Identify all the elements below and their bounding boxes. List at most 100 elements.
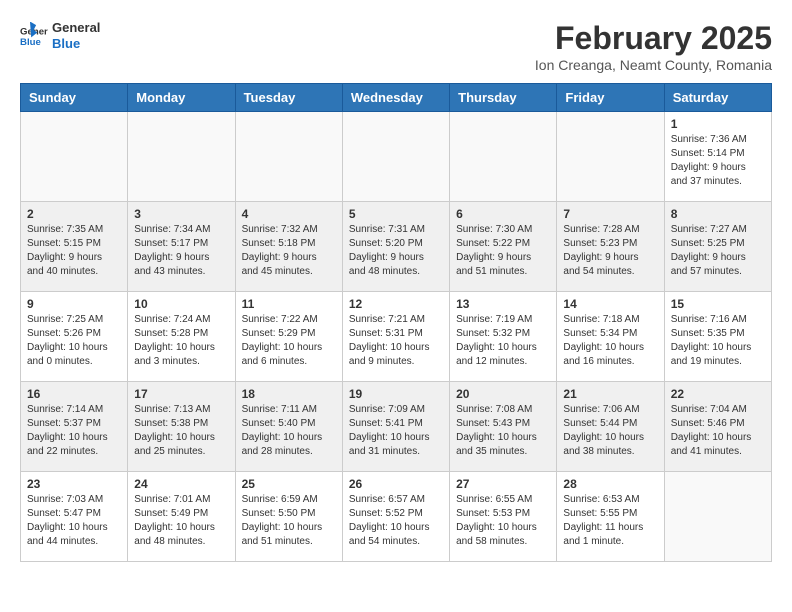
day-info-2-4: Sunrise: 7:19 AM Sunset: 5:32 PM Dayligh… [456, 313, 550, 369]
header-sunday: Sunday [21, 84, 128, 112]
day-number-1-0: 2 [27, 207, 121, 221]
calendar-cell-0-5 [557, 112, 664, 202]
calendar-cell-4-6 [664, 472, 771, 562]
title-block: February 2025 Ion Creanga, Neamt County,… [535, 20, 772, 73]
day-info-4-1: Sunrise: 7:01 AM Sunset: 5:49 PM Dayligh… [134, 493, 228, 549]
day-number-3-2: 18 [242, 387, 336, 401]
day-info-3-0: Sunrise: 7:14 AM Sunset: 5:37 PM Dayligh… [27, 403, 121, 459]
calendar-cell-1-6: 8 Sunrise: 7:27 AM Sunset: 5:25 PM Daylig… [664, 202, 771, 292]
calendar-cell-2-6: 15 Sunrise: 7:16 AM Sunset: 5:35 PM Dayli… [664, 292, 771, 382]
day-number-3-1: 17 [134, 387, 228, 401]
day-number-4-5: 28 [563, 477, 657, 491]
calendar-cell-4-1: 24 Sunrise: 7:01 AM Sunset: 5:49 PM Dayli… [128, 472, 235, 562]
calendar-row-4: 23Sunrise: 7:03 AM Sunset: 5:47 PM Dayli… [21, 472, 772, 562]
day-info-3-5: Sunrise: 7:06 AM Sunset: 5:44 PM Dayligh… [563, 403, 657, 459]
day-info-2-5: Sunrise: 7:18 AM Sunset: 5:34 PM Dayligh… [563, 313, 657, 369]
calendar-cell-2-1: 10 Sunrise: 7:24 AM Sunset: 5:28 PM Dayli… [128, 292, 235, 382]
calendar-cell-3-0: 16Sunrise: 7:14 AM Sunset: 5:37 PM Dayli… [21, 382, 128, 472]
day-info-2-6: Sunrise: 7:16 AM Sunset: 5:35 PM Dayligh… [671, 313, 765, 369]
calendar-cell-0-2 [235, 112, 342, 202]
day-info-4-4: Sunrise: 6:55 AM Sunset: 5:53 PM Dayligh… [456, 493, 550, 549]
day-info-1-2: Sunrise: 7:32 AM Sunset: 5:18 PM Dayligh… [242, 223, 336, 279]
calendar-cell-2-4: 13 Sunrise: 7:19 AM Sunset: 5:32 PM Dayli… [450, 292, 557, 382]
day-number-1-2: 4 [242, 207, 336, 221]
day-number-4-2: 25 [242, 477, 336, 491]
calendar-cell-0-1 [128, 112, 235, 202]
calendar-cell-3-6: 22 Sunrise: 7:04 AM Sunset: 5:46 PM Dayli… [664, 382, 771, 472]
day-number-2-2: 11 [242, 297, 336, 311]
day-info-1-3: Sunrise: 7:31 AM Sunset: 5:20 PM Dayligh… [349, 223, 443, 279]
calendar-cell-3-2: 18Sunrise: 7:11 AM Sunset: 5:40 PM Dayli… [235, 382, 342, 472]
calendar-row-3: 16Sunrise: 7:14 AM Sunset: 5:37 PM Dayli… [21, 382, 772, 472]
day-info-1-5: Sunrise: 7:28 AM Sunset: 5:23 PM Dayligh… [563, 223, 657, 279]
day-info-2-3: Sunrise: 7:21 AM Sunset: 5:31 PM Dayligh… [349, 313, 443, 369]
header-thursday: Thursday [450, 84, 557, 112]
calendar-table: Sunday Monday Tuesday Wednesday Thursday… [20, 83, 772, 562]
logo-icon: General Blue [20, 22, 48, 50]
calendar-cell-0-4 [450, 112, 557, 202]
calendar-cell-1-2: 4 Sunrise: 7:32 AM Sunset: 5:18 PM Daylig… [235, 202, 342, 292]
day-info-1-0: Sunrise: 7:35 AM Sunset: 5:15 PM Dayligh… [27, 223, 121, 279]
calendar-cell-4-0: 23Sunrise: 7:03 AM Sunset: 5:47 PM Dayli… [21, 472, 128, 562]
day-info-1-4: Sunrise: 7:30 AM Sunset: 5:22 PM Dayligh… [456, 223, 550, 279]
day-number-3-5: 21 [563, 387, 657, 401]
calendar-row-1: 2 Sunrise: 7:35 AM Sunset: 5:15 PM Daylig… [21, 202, 772, 292]
header-saturday: Saturday [664, 84, 771, 112]
day-info-3-3: Sunrise: 7:09 AM Sunset: 5:41 PM Dayligh… [349, 403, 443, 459]
calendar-cell-1-3: 5 Sunrise: 7:31 AM Sunset: 5:20 PM Daylig… [342, 202, 449, 292]
day-number-2-0: 9 [27, 297, 121, 311]
calendar-cell-0-6: 1 Sunrise: 7:36 AM Sunset: 5:14 PM Daylig… [664, 112, 771, 202]
day-number-1-4: 6 [456, 207, 550, 221]
calendar-row-2: 9 Sunrise: 7:25 AM Sunset: 5:26 PM Daylig… [21, 292, 772, 382]
day-info-1-1: Sunrise: 7:34 AM Sunset: 5:17 PM Dayligh… [134, 223, 228, 279]
logo-general-text: General [52, 20, 100, 36]
header-friday: Friday [557, 84, 664, 112]
calendar-cell-4-3: 26 Sunrise: 6:57 AM Sunset: 5:52 PM Dayli… [342, 472, 449, 562]
day-number-2-6: 15 [671, 297, 765, 311]
day-number-3-4: 20 [456, 387, 550, 401]
calendar-cell-3-4: 20 Sunrise: 7:08 AM Sunset: 5:43 PM Dayli… [450, 382, 557, 472]
day-info-2-2: Sunrise: 7:22 AM Sunset: 5:29 PM Dayligh… [242, 313, 336, 369]
day-number-2-1: 10 [134, 297, 228, 311]
day-number-1-3: 5 [349, 207, 443, 221]
calendar-cell-4-5: 28 Sunrise: 6:53 AM Sunset: 5:55 PM Dayli… [557, 472, 664, 562]
logo-blue-text: Blue [52, 36, 100, 52]
day-number-2-4: 13 [456, 297, 550, 311]
header-wednesday: Wednesday [342, 84, 449, 112]
calendar-cell-3-3: 19Sunrise: 7:09 AM Sunset: 5:41 PM Dayli… [342, 382, 449, 472]
day-number-3-6: 22 [671, 387, 765, 401]
calendar-cell-0-3 [342, 112, 449, 202]
day-number-4-3: 26 [349, 477, 443, 491]
day-number-4-1: 24 [134, 477, 228, 491]
day-info-0-6: Sunrise: 7:36 AM Sunset: 5:14 PM Dayligh… [671, 133, 765, 189]
day-info-4-2: Sunrise: 6:59 AM Sunset: 5:50 PM Dayligh… [242, 493, 336, 549]
day-info-2-0: Sunrise: 7:25 AM Sunset: 5:26 PM Dayligh… [27, 313, 121, 369]
calendar-cell-1-5: 7 Sunrise: 7:28 AM Sunset: 5:23 PM Daylig… [557, 202, 664, 292]
day-number-2-3: 12 [349, 297, 443, 311]
calendar-cell-3-1: 17 Sunrise: 7:13 AM Sunset: 5:38 PM Dayli… [128, 382, 235, 472]
calendar-cell-3-5: 21 Sunrise: 7:06 AM Sunset: 5:44 PM Dayli… [557, 382, 664, 472]
calendar-cell-4-2: 25 Sunrise: 6:59 AM Sunset: 5:50 PM Dayli… [235, 472, 342, 562]
day-info-4-3: Sunrise: 6:57 AM Sunset: 5:52 PM Dayligh… [349, 493, 443, 549]
month-year-title: February 2025 [535, 20, 772, 57]
day-info-4-5: Sunrise: 6:53 AM Sunset: 5:55 PM Dayligh… [563, 493, 657, 549]
calendar-cell-2-5: 14Sunrise: 7:18 AM Sunset: 5:34 PM Dayli… [557, 292, 664, 382]
day-info-1-6: Sunrise: 7:27 AM Sunset: 5:25 PM Dayligh… [671, 223, 765, 279]
day-info-3-4: Sunrise: 7:08 AM Sunset: 5:43 PM Dayligh… [456, 403, 550, 459]
day-number-1-6: 8 [671, 207, 765, 221]
day-info-3-1: Sunrise: 7:13 AM Sunset: 5:38 PM Dayligh… [134, 403, 228, 459]
day-info-2-1: Sunrise: 7:24 AM Sunset: 5:28 PM Dayligh… [134, 313, 228, 369]
day-number-0-6: 1 [671, 117, 765, 131]
calendar-cell-2-2: 11 Sunrise: 7:22 AM Sunset: 5:29 PM Dayli… [235, 292, 342, 382]
svg-text:Blue: Blue [20, 36, 41, 47]
calendar-cell-1-0: 2 Sunrise: 7:35 AM Sunset: 5:15 PM Daylig… [21, 202, 128, 292]
page-header: General Blue General Blue February 2025 … [20, 20, 772, 73]
logo: General Blue General Blue [20, 20, 100, 51]
header-monday: Monday [128, 84, 235, 112]
day-info-3-6: Sunrise: 7:04 AM Sunset: 5:46 PM Dayligh… [671, 403, 765, 459]
day-number-4-4: 27 [456, 477, 550, 491]
day-number-1-5: 7 [563, 207, 657, 221]
header-tuesday: Tuesday [235, 84, 342, 112]
day-number-4-0: 23 [27, 477, 121, 491]
day-number-1-1: 3 [134, 207, 228, 221]
